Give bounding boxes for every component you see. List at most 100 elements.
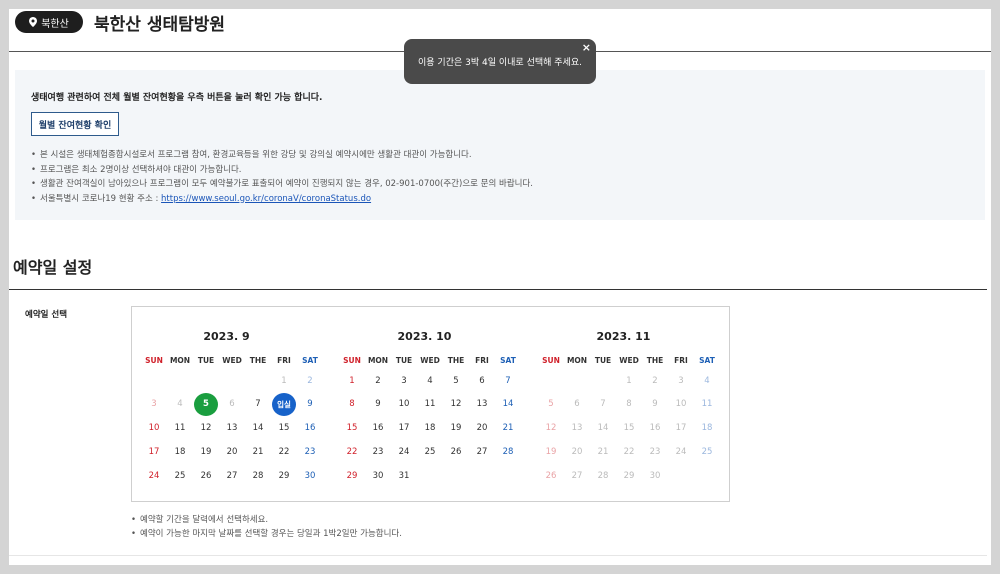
monthly-availability-button[interactable]: 월별 잔여현황 확인 <box>31 112 119 136</box>
calendar-day[interactable]: 19 <box>444 417 468 440</box>
calendar-day[interactable]: 1 <box>340 370 364 393</box>
location-pill[interactable]: 북한산 <box>15 11 83 33</box>
weekday-header: TUE <box>197 356 215 365</box>
weekday-header: MON <box>367 356 389 365</box>
calendar-day[interactable]: 24 <box>392 441 416 464</box>
weekday-header: TUE <box>594 356 612 365</box>
calendar-day[interactable]: 2 <box>366 370 390 393</box>
weekday-header: SAT <box>302 356 318 365</box>
calendar-day[interactable]: 29 <box>272 465 296 488</box>
calendar-day[interactable]: 15 <box>272 417 296 440</box>
calendar-day[interactable]: 23 <box>298 441 322 464</box>
calendar-day[interactable]: 28 <box>246 465 270 488</box>
calendar-day[interactable]: 23 <box>366 441 390 464</box>
calendar-day[interactable]: 7 <box>246 393 270 416</box>
date-field-label: 예약일 선택 <box>25 310 68 320</box>
calendar-day[interactable]: 26 <box>444 441 468 464</box>
calendar-day[interactable]: 30 <box>366 465 390 488</box>
calendar-day[interactable]: 14 <box>246 417 270 440</box>
calendar-day[interactable]: 7 <box>496 370 520 393</box>
calendar-day[interactable]: 12 <box>444 393 468 416</box>
calendar-day[interactable]: 28 <box>496 441 520 464</box>
weekday-header: THE <box>447 356 465 365</box>
calendar-day[interactable]: 30 <box>298 465 322 488</box>
calendar-day[interactable]: 24 <box>142 465 166 488</box>
calendar-day[interactable]: 17 <box>142 441 166 464</box>
calendar-day: 12 <box>545 423 557 433</box>
toast-text: 이용 기간은 3박 4일 이내로 선택해 주세요. <box>418 58 582 68</box>
notice-item-corona: 서울특별시 코로나19 현황 주소 : https://www.seoul.go… <box>31 192 533 207</box>
calendar-day: 3 <box>151 399 157 409</box>
calendar-day[interactable]: 20 <box>220 441 244 464</box>
month-title: 2023. 11 <box>596 330 651 343</box>
corona-status-link[interactable]: https://www.seoul.go.kr/coronaV/coronaSt… <box>161 194 371 204</box>
calendar-day[interactable]: 21 <box>246 441 270 464</box>
bottom-divider <box>9 555 987 556</box>
calendar-day[interactable]: 20 <box>470 417 494 440</box>
calendar-day[interactable]: 9 <box>298 393 322 416</box>
calendar-day: 20 <box>571 447 583 457</box>
calendar-day-selected[interactable]: 입실 <box>272 393 296 416</box>
calendar-day[interactable]: 22 <box>272 441 296 464</box>
calendar-day[interactable]: 19 <box>194 441 218 464</box>
calendar-day[interactable]: 25 <box>418 441 442 464</box>
corona-prefix: 서울특별시 코로나19 현황 주소 : <box>40 193 162 204</box>
calendar-day: 2 <box>652 376 658 386</box>
calendar-day[interactable]: 3 <box>392 370 416 393</box>
calendar-day[interactable]: 18 <box>168 441 192 464</box>
weekday-header: FRI <box>277 356 291 365</box>
help-item: 예약할 기간을 달력에서 선택하세요. <box>131 513 402 527</box>
calendar-day[interactable]: 5 <box>444 370 468 393</box>
calendar-day: 23 <box>649 447 661 457</box>
weekday-header: SAT <box>500 356 516 365</box>
calendar-day[interactable]: 29 <box>340 465 364 488</box>
location-label: 북한산 <box>41 18 69 30</box>
calendar: 2023. 9 SUN MON TUE WED THE FRI SAT 1 2 3 4 5 6 7 입실 9 10… <box>131 306 730 502</box>
weekday-header: MON <box>566 356 588 365</box>
calendar-day: 11 <box>701 399 713 409</box>
calendar-day[interactable]: 27 <box>220 465 244 488</box>
section-divider <box>9 289 987 290</box>
calendar-day[interactable]: 31 <box>392 465 416 488</box>
calendar-day[interactable]: 10 <box>142 417 166 440</box>
calendar-day[interactable]: 13 <box>470 393 494 416</box>
calendar-day[interactable]: 4 <box>418 370 442 393</box>
calendar-day[interactable]: 17 <box>392 417 416 440</box>
calendar-day: 29 <box>623 471 635 481</box>
calendar-day: 26 <box>545 471 557 481</box>
weekday-header: THE <box>249 356 267 365</box>
month-title: 2023. 10 <box>397 330 452 343</box>
calendar-day[interactable]: 26 <box>194 465 218 488</box>
close-icon[interactable]: × <box>582 41 591 54</box>
weekday-header: SUN <box>343 356 361 365</box>
help-item: 예약이 가능한 마지막 날짜를 선택할 경우는 당일과 1박2일만 가능합니다. <box>131 527 402 541</box>
toast-message: 이용 기간은 3박 4일 이내로 선택해 주세요. × <box>404 39 596 84</box>
calendar-day[interactable]: 11 <box>418 393 442 416</box>
calendar-day[interactable]: 11 <box>168 417 192 440</box>
calendar-day[interactable]: 14 <box>496 393 520 416</box>
calendar-day: 1 <box>281 376 287 386</box>
calendar-day[interactable]: 10 <box>392 393 416 416</box>
calendar-day[interactable]: 18 <box>418 417 442 440</box>
calendar-day[interactable]: 22 <box>340 441 364 464</box>
calendar-day[interactable]: 13 <box>220 417 244 440</box>
notice-item: 생활관 잔여객실이 남아있으나 프로그램이 모두 예약불가로 표출되어 예약이 … <box>31 177 533 192</box>
calendar-day-selected[interactable]: 5 <box>194 393 218 416</box>
calendar-day: 8 <box>626 399 632 409</box>
calendar-day[interactable]: 8 <box>340 393 364 416</box>
calendar-day[interactable]: 15 <box>340 417 364 440</box>
calendar-day: 4 <box>704 376 710 386</box>
calendar-day[interactable]: 16 <box>298 417 322 440</box>
calendar-day: 24 <box>675 447 687 457</box>
calendar-day[interactable]: 6 <box>470 370 494 393</box>
calendar-day[interactable]: 9 <box>366 393 390 416</box>
calendar-day: 6 <box>574 399 580 409</box>
calendar-day[interactable]: 21 <box>496 417 520 440</box>
calendar-day: 10 <box>675 399 687 409</box>
calendar-day[interactable]: 16 <box>366 417 390 440</box>
weekday-header: WED <box>222 356 242 365</box>
calendar-day: 27 <box>571 471 583 481</box>
calendar-day[interactable]: 27 <box>470 441 494 464</box>
calendar-day[interactable]: 25 <box>168 465 192 488</box>
calendar-day[interactable]: 12 <box>194 417 218 440</box>
